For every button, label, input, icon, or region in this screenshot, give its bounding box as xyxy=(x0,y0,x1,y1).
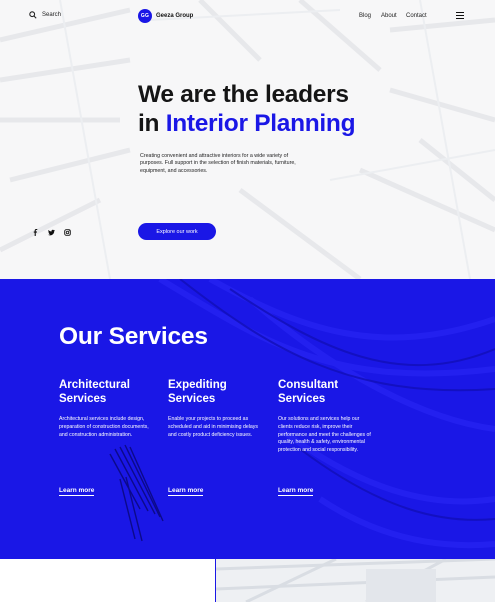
hamburger-icon[interactable] xyxy=(456,12,464,19)
service-card-expediting: Expediting Services Enable your projects… xyxy=(168,379,263,496)
explore-work-button[interactable]: Explore our work xyxy=(138,223,216,240)
learn-more-link[interactable]: Learn more xyxy=(278,487,314,496)
search-trigger[interactable]: Search xyxy=(29,11,61,19)
logo-mark: GG xyxy=(138,9,152,23)
facebook-icon[interactable] xyxy=(31,228,39,236)
twitter-icon[interactable] xyxy=(47,228,55,236)
headline-line-1: We are the leaders xyxy=(138,81,349,108)
services-section: Our Services Architectural Services Arch… xyxy=(0,279,495,559)
top-navigation: Search GG Geeza Group Blog About Contact xyxy=(0,0,495,34)
instagram-icon[interactable] xyxy=(63,228,71,236)
project-image xyxy=(216,559,495,602)
nav-link-contact[interactable]: Contact xyxy=(406,13,427,19)
hero-intro: Creating convenient and attractive inter… xyxy=(140,153,296,174)
learn-more-link[interactable]: Learn more xyxy=(168,487,204,496)
services-title: Our Services xyxy=(59,323,208,350)
service-description: Architectural services include design, p… xyxy=(59,416,149,438)
hero-section: Search GG Geeza Group Blog About Contact… xyxy=(0,0,495,279)
project-image-graphic xyxy=(216,559,495,602)
headline-accent: Interior Planning xyxy=(165,110,356,137)
hero-background-architecture xyxy=(0,0,495,279)
service-description: Our solutions and services help our clie… xyxy=(278,416,371,454)
service-description: Enable your projects to proceed as sched… xyxy=(168,416,258,438)
hero-headline: We are the leaders in Interior Planning xyxy=(138,80,438,138)
nav-link-blog[interactable]: Blog xyxy=(359,13,371,19)
next-section-preview xyxy=(0,559,495,602)
logo[interactable]: GG Geeza Group xyxy=(138,9,193,23)
headline-prefix: in xyxy=(138,110,166,137)
learn-more-link[interactable]: Learn more xyxy=(59,487,95,496)
headline-line-2: in Interior Planning xyxy=(138,109,438,138)
search-label: Search xyxy=(42,12,62,18)
nav-link-about[interactable]: About xyxy=(381,13,397,19)
social-links xyxy=(31,228,71,236)
service-title: Consultant Services xyxy=(278,379,339,405)
service-title: Architectural Services xyxy=(59,379,130,405)
logo-text: Geeza Group xyxy=(156,13,194,19)
service-title: Expediting Services xyxy=(168,379,227,405)
service-card-consultant: Consultant Services Our solutions and se… xyxy=(278,379,373,496)
search-icon xyxy=(29,11,37,19)
service-card-architectural: Architectural Services Architectural ser… xyxy=(59,379,154,496)
